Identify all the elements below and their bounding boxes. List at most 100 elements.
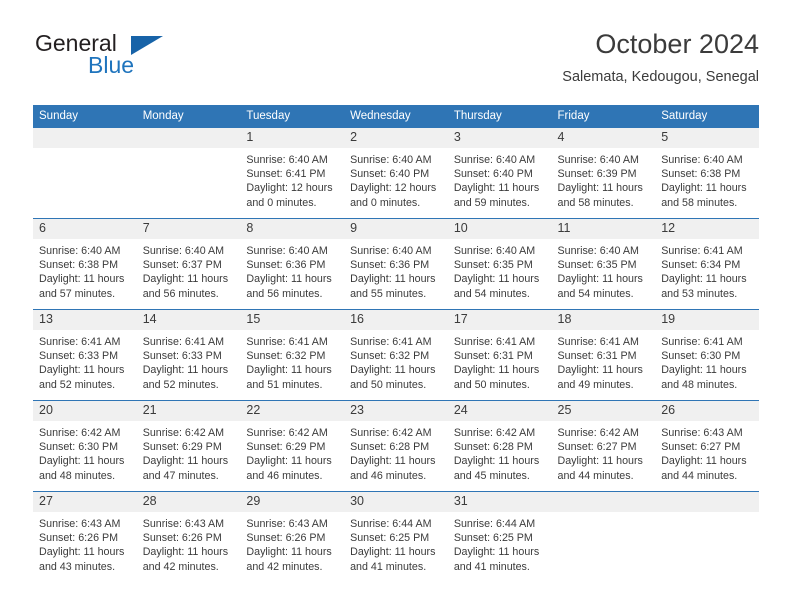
calendar-day-cell[interactable]: 9 Sunrise: 6:40 AM Sunset: 6:36 PM Daylight…	[344, 218, 448, 310]
daylight-duration-line2: and 56 minutes.	[142, 287, 219, 300]
daylight-duration-line2: and 52 minutes.	[142, 378, 219, 391]
weekday-header-sunday: Sunday	[33, 105, 137, 128]
calendar-day-cell[interactable]: 6 Sunrise: 6:40 AM Sunset: 6:38 PM Daylight…	[33, 218, 137, 310]
calendar-day-cell[interactable]: 16 Sunrise: 6:41 AM Sunset: 6:32 PM Dayligh…	[344, 309, 448, 401]
sunrise-time: Sunrise: 6:41 AM	[661, 245, 743, 257]
daylight-duration-line1: Daylight: 11 hours	[39, 273, 125, 286]
calendar-day-cell[interactable]: 3 Sunrise: 6:40 AM Sunset: 6:40 PM Daylight…	[447, 127, 552, 219]
daylight-duration-line2: and 46 minutes.	[246, 469, 323, 482]
daylight-duration-line2: and 54 minutes.	[453, 287, 530, 300]
day-details: Sunrise: 6:41 AM Sunset: 6:32 PM Daylight:…	[240, 330, 344, 392]
day-details: Sunrise: 6:40 AM Sunset: 6:35 PM Daylight:…	[448, 239, 552, 301]
sunset-time: Sunset: 6:36 PM	[350, 259, 430, 272]
calendar-day-cell[interactable]: 14 Sunrise: 6:41 AM Sunset: 6:33 PM Dayligh…	[136, 309, 241, 401]
calendar-day-cell[interactable]: 15 Sunrise: 6:41 AM Sunset: 6:32 PM Dayligh…	[240, 309, 345, 401]
calendar-day-cell[interactable]: 5 Sunrise: 6:40 AM Sunset: 6:38 PM Daylight…	[655, 127, 759, 219]
calendar-day-cell[interactable]: 24 Sunrise: 6:42 AM Sunset: 6:28 PM Dayligh…	[447, 400, 552, 492]
day-details: Sunrise: 6:44 AM Sunset: 6:25 PM Daylight:…	[448, 512, 552, 574]
calendar-day-cell[interactable]: 29 Sunrise: 6:43 AM Sunset: 6:26 PM Dayligh…	[240, 491, 345, 578]
day-details: Sunrise: 6:41 AM Sunset: 6:33 PM Daylight:…	[33, 330, 137, 392]
day-details: Sunrise: 6:41 AM Sunset: 6:30 PM Daylight:…	[655, 330, 759, 392]
daylight-duration-line2: and 0 minutes.	[350, 196, 421, 209]
day-details: Sunrise: 6:40 AM Sunset: 6:36 PM Daylight:…	[240, 239, 344, 301]
calendar-day-cell[interactable]: 22 Sunrise: 6:42 AM Sunset: 6:29 PM Dayligh…	[240, 400, 345, 492]
sunrise-time: Sunrise: 6:44 AM	[350, 518, 432, 530]
day-number: 9	[344, 219, 448, 239]
calendar-day-cell[interactable]: 20 Sunrise: 6:42 AM Sunset: 6:30 PM Dayligh…	[33, 400, 137, 492]
calendar-day-cell[interactable]: 7 Sunrise: 6:40 AM Sunset: 6:37 PM Daylight…	[136, 218, 241, 310]
calendar-day-cell[interactable]: 2 Sunrise: 6:40 AM Sunset: 6:40 PM Daylight…	[344, 127, 448, 219]
day-number: 11	[551, 219, 656, 239]
calendar-day-cell[interactable]: 4 Sunrise: 6:40 AM Sunset: 6:39 PM Daylight…	[551, 127, 656, 219]
day-details: Sunrise: 6:43 AM Sunset: 6:26 PM Daylight:…	[137, 512, 241, 574]
day-details: Sunrise: 6:40 AM Sunset: 6:38 PM Daylight:…	[33, 239, 137, 301]
calendar-day-cell[interactable]: 31 Sunrise: 6:44 AM Sunset: 6:25 PM Dayligh…	[447, 491, 552, 578]
weekday-header-thursday: Thursday	[447, 105, 552, 128]
calendar-day-cell[interactable]: 10 Sunrise: 6:40 AM Sunset: 6:35 PM Dayligh…	[447, 218, 552, 310]
daylight-duration-line1: Daylight: 11 hours	[453, 455, 540, 468]
calendar-day-cell[interactable]: 26 Sunrise: 6:43 AM Sunset: 6:27 PM Dayligh…	[655, 400, 759, 492]
day-details: Sunrise: 6:40 AM Sunset: 6:36 PM Daylight:…	[344, 239, 448, 301]
calendar-day-cell[interactable]: 30 Sunrise: 6:44 AM Sunset: 6:25 PM Dayligh…	[344, 491, 448, 578]
brand-logo[interactable]: General Blue	[33, 28, 263, 90]
day-number	[136, 128, 241, 148]
daylight-duration-line2: and 43 minutes.	[39, 560, 116, 573]
day-number: 4	[551, 128, 656, 148]
calendar-day-cell[interactable]: 11 Sunrise: 6:40 AM Sunset: 6:35 PM Dayligh…	[551, 218, 656, 310]
calendar-day-cell[interactable]: 18 Sunrise: 6:41 AM Sunset: 6:31 PM Dayligh…	[551, 309, 656, 401]
sunrise-time: Sunrise: 6:44 AM	[453, 518, 536, 530]
daylight-duration-line2: and 50 minutes.	[453, 378, 530, 391]
calendar-day-cell[interactable]: 23 Sunrise: 6:42 AM Sunset: 6:28 PM Dayligh…	[344, 400, 448, 492]
day-details: Sunrise: 6:40 AM Sunset: 6:38 PM Daylight:…	[655, 148, 759, 210]
calendar-week-row: 20 Sunrise: 6:42 AM Sunset: 6:30 PM Dayligh…	[33, 400, 759, 492]
sunrise-time: Sunrise: 6:41 AM	[350, 336, 432, 348]
sunset-time: Sunset: 6:25 PM	[453, 532, 533, 545]
calendar-day-cell[interactable]: 13 Sunrise: 6:41 AM Sunset: 6:33 PM Dayligh…	[33, 309, 137, 401]
sunrise-time: Sunrise: 6:43 AM	[142, 518, 225, 530]
calendar-day-cell[interactable]: 28 Sunrise: 6:43 AM Sunset: 6:26 PM Dayligh…	[136, 491, 241, 578]
calendar-cell-empty	[551, 491, 656, 578]
daylight-duration-line2: and 45 minutes.	[453, 469, 530, 482]
sunrise-time: Sunrise: 6:40 AM	[142, 245, 225, 257]
day-details: Sunrise: 6:41 AM Sunset: 6:31 PM Daylight:…	[448, 330, 552, 392]
daylight-duration-line1: Daylight: 11 hours	[557, 455, 643, 468]
daylight-duration-line2: and 52 minutes.	[39, 378, 116, 391]
calendar-day-cell[interactable]: 21 Sunrise: 6:42 AM Sunset: 6:29 PM Dayligh…	[136, 400, 241, 492]
daylight-duration-line1: Daylight: 11 hours	[350, 273, 436, 286]
sunrise-time: Sunrise: 6:40 AM	[557, 245, 639, 257]
day-number: 23	[344, 401, 448, 421]
day-details: Sunrise: 6:44 AM Sunset: 6:25 PM Daylight:…	[344, 512, 448, 574]
day-number: 31	[447, 492, 552, 512]
day-details: Sunrise: 6:42 AM Sunset: 6:29 PM Daylight:…	[240, 421, 344, 483]
calendar-day-cell[interactable]: 17 Sunrise: 6:41 AM Sunset: 6:31 PM Dayligh…	[447, 309, 552, 401]
daylight-duration-line2: and 44 minutes.	[661, 469, 738, 482]
day-details: Sunrise: 6:40 AM Sunset: 6:41 PM Daylight:…	[240, 148, 344, 210]
sunset-time: Sunset: 6:26 PM	[142, 532, 222, 545]
sunrise-time: Sunrise: 6:42 AM	[350, 427, 432, 439]
sunrise-time: Sunrise: 6:40 AM	[557, 154, 639, 166]
sunset-time: Sunset: 6:35 PM	[453, 259, 533, 272]
daylight-duration-line1: Daylight: 11 hours	[557, 273, 643, 286]
calendar-day-cell[interactable]: 8 Sunrise: 6:40 AM Sunset: 6:36 PM Daylight…	[240, 218, 345, 310]
calendar-day-cell[interactable]: 19 Sunrise: 6:41 AM Sunset: 6:30 PM Dayligh…	[655, 309, 759, 401]
sunset-time: Sunset: 6:29 PM	[142, 441, 222, 454]
day-number: 16	[344, 310, 448, 330]
daylight-duration-line2: and 42 minutes.	[246, 560, 323, 573]
daylight-duration-line1: Daylight: 11 hours	[142, 455, 229, 468]
sunset-time: Sunset: 6:29 PM	[246, 441, 326, 454]
sunset-time: Sunset: 6:38 PM	[39, 259, 119, 272]
daylight-duration-line1: Daylight: 11 hours	[453, 182, 540, 195]
sunset-time: Sunset: 6:28 PM	[453, 441, 533, 454]
daylight-duration-line2: and 41 minutes.	[453, 560, 530, 573]
calendar-day-cell[interactable]: 1 Sunrise: 6:40 AM Sunset: 6:41 PM Daylight…	[240, 127, 345, 219]
sunrise-time: Sunrise: 6:42 AM	[246, 427, 328, 439]
day-details: Sunrise: 6:43 AM Sunset: 6:27 PM Daylight:…	[655, 421, 759, 483]
daylight-duration-line2: and 41 minutes.	[350, 560, 427, 573]
day-details: Sunrise: 6:40 AM Sunset: 6:40 PM Daylight:…	[344, 148, 448, 210]
calendar-day-cell[interactable]: 25 Sunrise: 6:42 AM Sunset: 6:27 PM Dayligh…	[551, 400, 656, 492]
daylight-duration-line1: Daylight: 11 hours	[350, 364, 436, 377]
calendar-day-cell[interactable]: 12 Sunrise: 6:41 AM Sunset: 6:34 PM Dayligh…	[655, 218, 759, 310]
daylight-duration-line2: and 59 minutes.	[453, 196, 530, 209]
calendar-day-cell[interactable]: 27 Sunrise: 6:43 AM Sunset: 6:26 PM Dayligh…	[33, 491, 137, 578]
daylight-duration-line1: Daylight: 11 hours	[246, 455, 332, 468]
